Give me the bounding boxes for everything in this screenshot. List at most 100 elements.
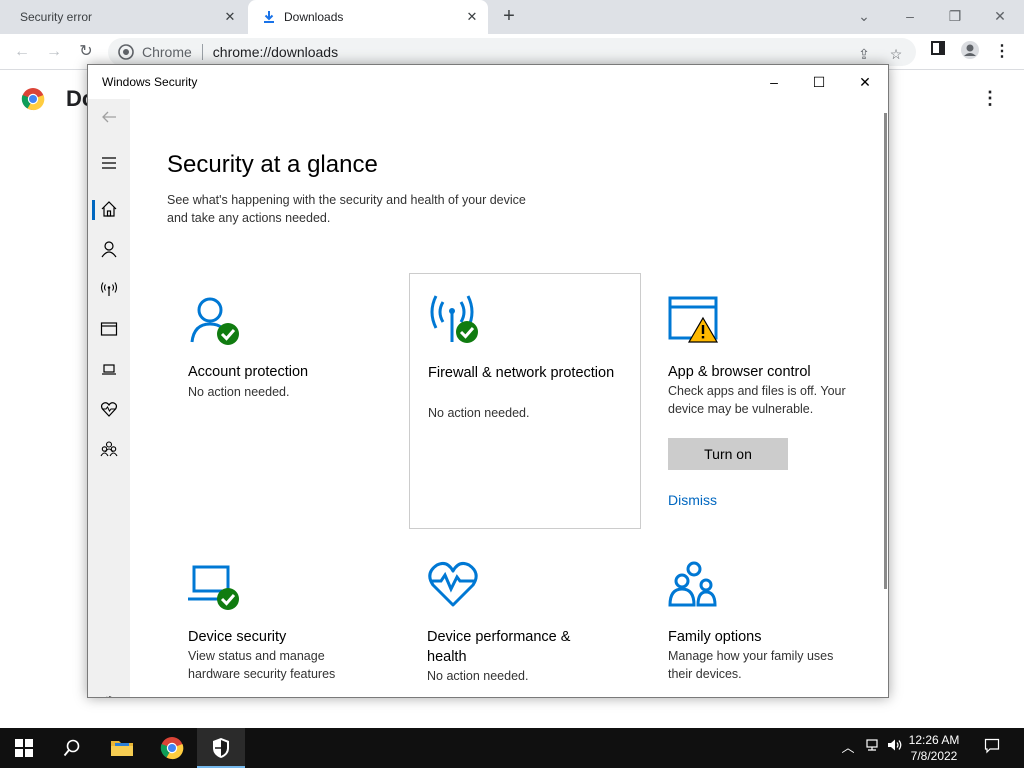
- back-icon[interactable]: ←: [10, 40, 34, 64]
- new-tab-button[interactable]: +: [498, 6, 520, 28]
- tab-label: Security error: [20, 10, 93, 24]
- start-button[interactable]: [0, 728, 48, 768]
- folder-icon: [111, 741, 133, 756]
- chrome-site-icon: [118, 44, 134, 60]
- page-heading: Security at a glance: [167, 151, 378, 178]
- tile-status: No action needed.: [188, 385, 290, 399]
- reload-icon[interactable]: ↻: [74, 40, 98, 64]
- page-menu-icon[interactable]: ⋮: [980, 88, 1000, 110]
- notifications-icon[interactable]: [982, 738, 1002, 758]
- chrome-menu-icon[interactable]: ⋮: [990, 40, 1014, 64]
- antenna-icon: [100, 282, 118, 296]
- clock-time: 12:26 AM: [908, 733, 960, 747]
- ws-nav-rail: [88, 99, 130, 697]
- file-explorer-button[interactable]: [98, 728, 146, 768]
- tile-status: Check apps and files is off. Your device…: [668, 384, 846, 416]
- tile-title: Firewall & network protection: [428, 365, 615, 381]
- show-hidden-icons-icon[interactable]: ︿: [838, 738, 858, 758]
- tile-title: Account protection: [188, 364, 309, 380]
- tile-family-options[interactable]: Family options Manage how your family us…: [650, 539, 882, 697]
- hamburger-menu-icon[interactable]: [88, 145, 130, 181]
- nav-account[interactable]: [88, 231, 130, 267]
- minimize-icon[interactable]: –: [898, 4, 922, 28]
- tab-search-icon[interactable]: ⌄: [852, 4, 876, 28]
- tab-label: Downloads: [284, 10, 344, 24]
- device-security-icon: [188, 565, 239, 610]
- volume-icon[interactable]: [885, 738, 905, 758]
- tile-status: View status and manage hardware security…: [188, 649, 336, 681]
- nav-device-health[interactable]: [88, 391, 130, 427]
- person-icon: [101, 241, 117, 258]
- windows-security-taskbar-button[interactable]: [197, 728, 245, 768]
- windows-logo-icon: [15, 739, 33, 757]
- tile-device-performance[interactable]: Device performance & health No action ne…: [409, 539, 641, 697]
- address-bar[interactable]: Chrome chrome://downloads ⇪ ☆: [108, 38, 916, 66]
- nav-active-indicator: [92, 200, 95, 220]
- tile-app-browser-control[interactable]: App & browser control Check apps and fil…: [650, 274, 882, 530]
- search-button[interactable]: [48, 728, 96, 768]
- browser-window-icon: [100, 322, 118, 336]
- close-icon[interactable]: ✕: [222, 9, 238, 25]
- app-browser-warning-icon: [668, 296, 719, 343]
- chrome-logo-icon: [160, 737, 184, 760]
- laptop-icon: [102, 364, 116, 375]
- tile-account-protection[interactable]: Account protection No action needed.: [170, 274, 402, 530]
- omnibox-divider: [201, 44, 203, 60]
- tile-firewall-network[interactable]: Firewall & network protection No action …: [409, 273, 641, 529]
- chrome-taskbar-button[interactable]: [148, 728, 196, 768]
- windows-security-window: Windows Security – ☐ ✕ Security at a gla…: [87, 64, 889, 698]
- tile-title: App & browser control: [668, 364, 811, 380]
- nav-settings[interactable]: [88, 685, 130, 697]
- profile-avatar-icon[interactable]: [958, 40, 982, 64]
- tab-downloads[interactable]: Downloads ✕: [248, 0, 488, 34]
- heart-pulse-icon: [428, 562, 478, 607]
- restore-icon[interactable]: ❐: [943, 4, 967, 28]
- family-icon: [100, 441, 118, 457]
- dismiss-link[interactable]: Dismiss: [668, 492, 717, 508]
- network-icon[interactable]: [862, 738, 882, 758]
- download-icon: [264, 11, 274, 23]
- nav-firewall[interactable]: [88, 271, 130, 307]
- share-icon[interactable]: ⇪: [854, 44, 874, 64]
- account-protection-icon: [190, 297, 239, 345]
- page-subheading: See what's happening with the security a…: [167, 193, 526, 225]
- ws-maximize-icon[interactable]: ☐: [807, 70, 831, 94]
- ws-window-title: Windows Security: [102, 75, 198, 89]
- nav-device-security[interactable]: [88, 351, 130, 387]
- ws-titlebar: Windows Security – ☐ ✕: [88, 65, 888, 99]
- browser-tabstrip: Security error ✕ Downloads ✕ + ⌄ – ❐ ✕: [0, 0, 1024, 34]
- tile-status: Manage how your family uses their device…: [668, 649, 834, 681]
- forward-icon[interactable]: →: [42, 40, 66, 64]
- omnibox-url: chrome://downloads: [212, 44, 339, 60]
- ws-close-icon[interactable]: ✕: [853, 70, 877, 94]
- firewall-antenna-icon: [430, 295, 478, 343]
- gear-icon: [106, 696, 112, 697]
- close-window-icon[interactable]: ✕: [988, 4, 1012, 28]
- shield-icon: [213, 738, 229, 758]
- home-icon: [101, 201, 117, 217]
- turn-on-button[interactable]: Turn on: [668, 438, 788, 470]
- chrome-logo-icon: [21, 88, 45, 111]
- ws-back-icon[interactable]: [88, 99, 130, 135]
- tile-title: Family options: [668, 629, 762, 645]
- tile-title: Device performance & health: [427, 629, 571, 665]
- nav-family[interactable]: [88, 431, 130, 467]
- side-panel-icon[interactable]: [926, 40, 950, 64]
- nav-app-browser[interactable]: [88, 311, 130, 347]
- tile-device-security[interactable]: Device security View status and manage h…: [170, 539, 402, 697]
- ws-main-content: Security at a glance See what's happenin…: [130, 99, 888, 697]
- ws-minimize-icon[interactable]: –: [762, 70, 786, 94]
- close-icon[interactable]: ✕: [464, 9, 480, 25]
- taskbar: ︿ 12:26 AM 7/8/2022: [0, 728, 1024, 768]
- system-clock[interactable]: 12:26 AM 7/8/2022: [904, 732, 964, 764]
- clock-date: 7/8/2022: [910, 749, 958, 763]
- tile-title: Device security: [188, 629, 287, 645]
- ws-scrollbar[interactable]: [884, 113, 887, 589]
- tile-status: No action needed.: [428, 406, 530, 420]
- search-icon: [63, 739, 80, 757]
- nav-home[interactable]: [88, 191, 130, 227]
- tab-security-error[interactable]: Security error ✕: [0, 0, 246, 34]
- omnibox-chip: Chrome: [142, 44, 192, 60]
- bookmark-star-icon[interactable]: ☆: [886, 44, 906, 64]
- tile-status: No action needed.: [427, 669, 529, 683]
